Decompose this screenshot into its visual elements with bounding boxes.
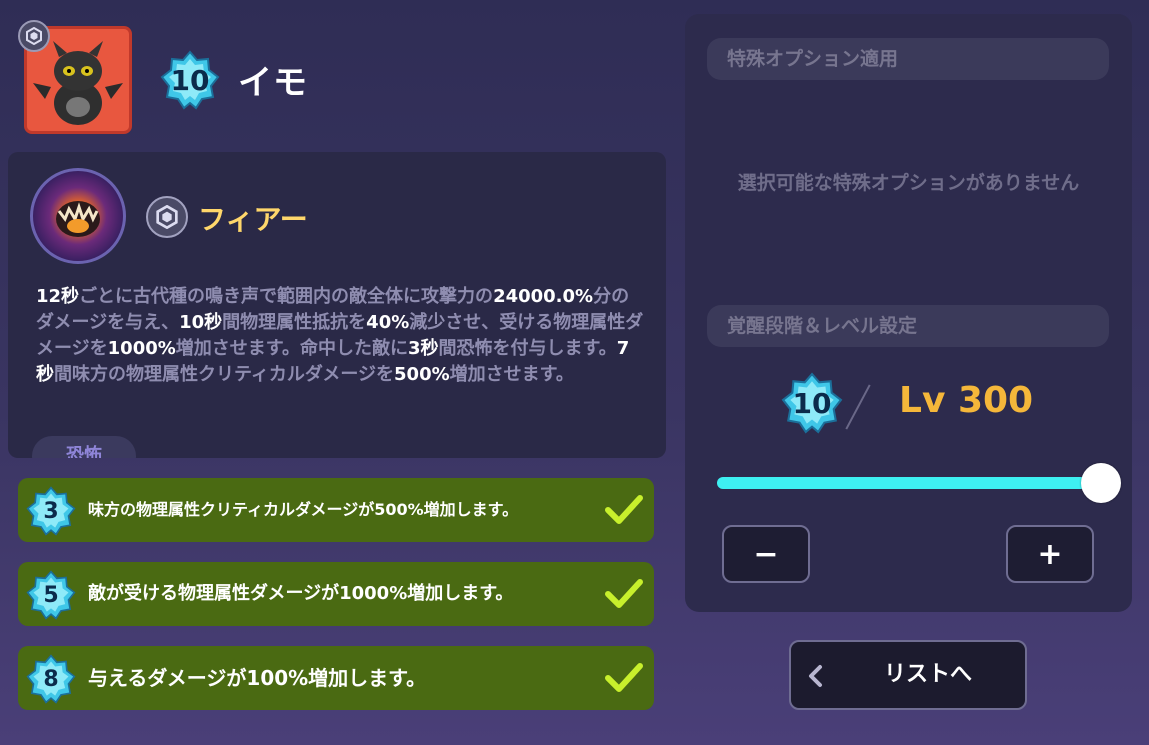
effect-text: 敵が受ける物理属性ダメージが1000%増加します。	[88, 583, 514, 604]
effect-row: 5 敵が受ける物理属性ダメージが1000%増加します。	[18, 562, 654, 626]
character-name: イモ	[238, 63, 308, 103]
effect-rank-badge: 3	[26, 486, 76, 536]
effect-rank: 8	[43, 666, 59, 692]
rank-emblem-icon	[18, 20, 50, 52]
special-option-header: 特殊オプション適用	[707, 38, 1109, 80]
slider-fill	[717, 477, 1101, 489]
description-highlight: 1000%	[107, 338, 176, 359]
level-value: Lv 300	[899, 380, 1034, 421]
awakening-star-badge: 10	[160, 50, 220, 110]
rank-emblem-icon	[146, 196, 188, 238]
description-text: 間味方の物理属性クリティカルダメージを	[54, 364, 395, 385]
effect-text: 味方の物理属性クリティカルダメージが500%増加します。	[88, 500, 519, 519]
description-highlight: 500%	[394, 364, 450, 385]
skill-fear-icon	[30, 168, 126, 264]
effect-rank: 3	[43, 498, 59, 524]
description-highlight: 24000.0%	[493, 286, 594, 307]
awakening-star-badge[interactable]: 10	[781, 372, 843, 434]
level-slider[interactable]	[717, 463, 1121, 503]
awakening-value: 10	[792, 386, 832, 420]
special-option-empty-message: 選択可能な特殊オプションがありません	[737, 172, 1080, 194]
effect-rank: 5	[43, 582, 59, 608]
skill-panel: フィアー 12秒ごとに古代種の鳴き声で範囲内の敵全体に攻撃力の24000.0%分…	[8, 152, 666, 458]
description-highlight: 12秒	[36, 286, 80, 307]
skill-tag[interactable]: 恐怖	[32, 436, 136, 458]
description-highlight: 40%	[366, 312, 410, 333]
skill-name: フィアー	[198, 203, 308, 236]
description-text: 間恐怖を付与します。	[438, 338, 617, 359]
description-highlight: 10秒	[179, 312, 223, 333]
description-text: 増加させます。命中した敵に	[175, 338, 408, 359]
effect-rank-badge: 5	[26, 570, 76, 620]
effect-row: 8 与えるダメージが100%増加します。	[18, 646, 654, 710]
check-icon	[605, 495, 643, 524]
check-icon	[605, 579, 643, 608]
back-to-list-label: リストへ	[883, 662, 972, 687]
description-highlight: 3秒	[407, 338, 439, 359]
awakening-value: 10	[170, 63, 210, 97]
description-text: 増加させます。	[449, 364, 574, 385]
settings-panel: 特殊オプション適用 選択可能な特殊オプションがありません 覚醒段階＆レベル設定 …	[685, 14, 1132, 612]
level-setting-header: 覚醒段階＆レベル設定	[707, 305, 1109, 347]
decrease-button[interactable]: −	[722, 525, 810, 583]
back-to-list-button[interactable]: リストへ	[789, 640, 1027, 710]
divider-slash	[845, 384, 871, 430]
check-icon	[605, 663, 643, 692]
slider-thumb[interactable]	[1081, 463, 1121, 503]
effect-rank-badge: 8	[26, 654, 76, 704]
skill-description: 12秒ごとに古代種の鳴き声で範囲内の敵全体に攻撃力の24000.0%分のダメージ…	[36, 284, 646, 388]
effect-row: 3 味方の物理属性クリティカルダメージが500%増加します。	[18, 478, 654, 542]
increase-button[interactable]: +	[1006, 525, 1094, 583]
description-text: 間物理属性抵抗を	[222, 312, 367, 333]
description-text: ごとに古代種の鳴き声で範囲内の敵全体に攻撃力の	[79, 286, 494, 307]
effect-text: 与えるダメージが100%増加します。	[88, 666, 427, 690]
